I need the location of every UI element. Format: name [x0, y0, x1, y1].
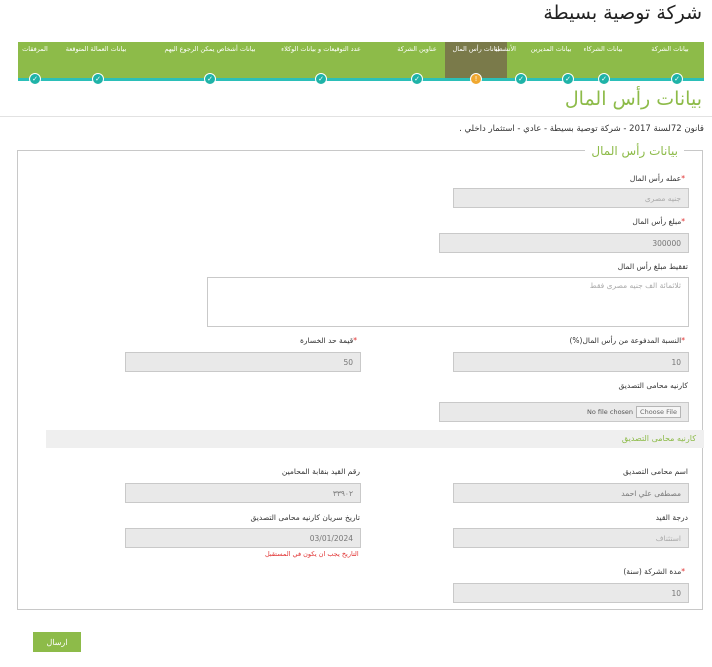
company-duration-input[interactable]: 10	[453, 583, 689, 603]
paid-percentage-input[interactable]: 10	[453, 352, 689, 372]
company-duration-label: *مدة الشركة (سنة)	[623, 567, 685, 576]
wizard-step-signatures[interactable]: عدد التوقيعات و بيانات الوكلاء	[281, 45, 361, 53]
loss-limit-label: *قيمة حد الخسارة	[299, 336, 357, 345]
check-icon: ✓	[315, 73, 327, 85]
card-validity-date-input[interactable]: 03/01/2024	[125, 528, 361, 548]
amount-in-words-textarea[interactable]: ثلاثمائة الف جنيه مصرى فقط	[207, 277, 689, 327]
check-icon: ✓	[671, 73, 683, 85]
syndicate-number-label: رقم القيد بنقابة المحامين	[281, 467, 360, 476]
company-title: شركة توصية بسيطة	[543, 2, 702, 24]
fieldset-legend: بيانات رأس المال	[585, 144, 684, 158]
syndicate-number-input[interactable]: ٣٣٩٠٢	[125, 483, 361, 503]
case-summary: قانون 72لسنة 2017 - شركة توصية بسيطة - ع…	[459, 124, 704, 134]
registration-degree-select[interactable]: استئناف	[453, 528, 689, 548]
wizard-step-company[interactable]: بيانات الشركة	[651, 45, 688, 53]
loss-limit-input[interactable]: 50	[125, 352, 361, 372]
check-icon: ✓	[515, 73, 527, 85]
card-validity-date-label: تاريخ سريان كارنيه محامى التصديق	[250, 513, 360, 522]
wizard-step-capital[interactable]: بيانات رأس المال	[453, 45, 500, 53]
registration-degree-label: درجة القيد	[655, 513, 688, 522]
check-icon: ✓	[562, 73, 574, 85]
lawyer-card-label: كارنيه محامى التصديق	[618, 381, 688, 390]
section-title: كارنيه محامى التصديق	[621, 434, 696, 443]
currency-label: *عمله رأس المال	[629, 174, 685, 183]
choose-file-button[interactable]: Choose File	[636, 406, 681, 418]
capital-amount-input[interactable]: 300000	[439, 233, 689, 253]
wizard-step-attachments[interactable]: المرفقات	[22, 45, 48, 53]
check-icon: ✓	[598, 73, 610, 85]
wizard-step-workforce[interactable]: بيانات العمالة المتوقعة	[66, 45, 127, 53]
page-title: بيانات رأس المال	[564, 88, 702, 110]
wizard-step-contacts[interactable]: بيانات أشخاص يمكن الرجوع اليهم	[164, 45, 255, 53]
divider	[0, 116, 712, 117]
date-error-message: التاريخ يجب ان يكون في المستقبل	[265, 550, 359, 558]
paid-percentage-label: *النسبة المدفوعة من رأس المال(%)	[569, 336, 686, 345]
lawyer-name-label: اسم محامى التصديق	[623, 467, 688, 476]
capital-amount-label: *مبلغ رأس المال	[632, 217, 685, 226]
wizard-step-partners[interactable]: بيانات الشركاء	[583, 45, 622, 53]
wizard-step-addresses[interactable]: عناوين الشركة	[397, 45, 437, 53]
warning-icon: !	[470, 73, 482, 85]
check-icon: ✓	[204, 73, 216, 85]
wizard-step-managers[interactable]: بيانات المديرين	[531, 45, 572, 53]
amount-in-words-label: تفقيط مبلغ رأس المال	[617, 262, 688, 271]
lawyer-card-file-input[interactable]: No file chosen Choose File	[439, 402, 689, 422]
check-icon: ✓	[92, 73, 104, 85]
currency-select[interactable]: جنيه مصرى	[453, 188, 689, 208]
check-icon: ✓	[411, 73, 423, 85]
section-header	[46, 430, 704, 448]
submit-button[interactable]: ارسال	[33, 632, 81, 652]
check-icon: ✓	[29, 73, 41, 85]
file-status-text: No file chosen	[587, 408, 634, 416]
lawyer-name-input[interactable]: مصطفى علي احمد	[453, 483, 689, 503]
